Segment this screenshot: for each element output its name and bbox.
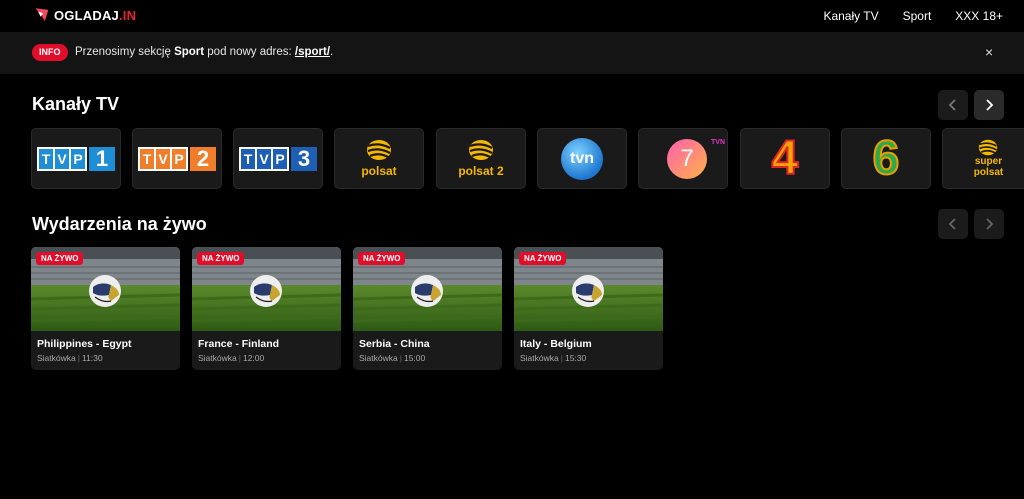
info-badge: INFO [32, 44, 68, 61]
polsat-sun-icon [979, 139, 998, 156]
event-title: Serbia - China [359, 338, 430, 350]
events-title: Wydarzenia na żywo [32, 214, 207, 234]
tvn7-logo: 7 TVN [653, 137, 725, 181]
polsat-logo: polsat [361, 139, 397, 178]
close-icon[interactable]: × [985, 44, 993, 60]
tvp2-logo: T V P 2 [138, 146, 216, 171]
channel-tv6[interactable]: 6 [841, 128, 931, 189]
events-next-button[interactable] [974, 209, 1004, 239]
tv6-logo: 6 [872, 131, 901, 185]
live-badge: NA ŻYWO [358, 252, 406, 265]
channel-tvn7[interactable]: 7 TVN [638, 128, 728, 189]
channel-tv4[interactable]: 4 [740, 128, 830, 189]
tvp3-logo: T V P 3 [239, 146, 317, 171]
nav-kanaly-tv[interactable]: Kanały TV [823, 9, 878, 23]
info-banner: INFO Przenosimy sekcję Sport pod nowy ad… [0, 32, 1024, 74]
polsat-sun-icon [367, 140, 391, 160]
main-nav: Kanały TV Sport XXX 18+ [799, 9, 1003, 23]
channels-next-button[interactable] [974, 90, 1004, 120]
chevron-left-icon [948, 218, 956, 230]
channel-tvp3[interactable]: T V P 3 [233, 128, 323, 189]
event-meta: Siatkówka | 11:30 [37, 353, 103, 363]
site-logo[interactable]: OGLADAJ.IN [33, 6, 136, 24]
live-badge: NA ŻYWO [36, 252, 84, 265]
polsat-sun-icon [469, 140, 493, 160]
channel-polsat2[interactable]: polsat 2 [436, 128, 526, 189]
nav-xxx[interactable]: XXX 18+ [955, 9, 1003, 23]
event-meta: Siatkówka | 12:00 [198, 353, 265, 363]
event-card[interactable]: NA ŻYWO Italy - Belgium Siatkówka | 15:30 [514, 247, 663, 370]
polsat2-logo: polsat 2 [458, 139, 504, 178]
chevron-left-icon [948, 99, 956, 111]
channel-super-polsat[interactable]: super polsat [942, 128, 1024, 189]
channel-tvn[interactable]: tvn [537, 128, 627, 189]
chevron-right-icon [986, 99, 994, 111]
info-message: Przenosimy sekcję Sport pod nowy adres: … [75, 46, 334, 58]
event-title: France - Finland [198, 338, 280, 350]
channels-prev-button[interactable] [938, 90, 968, 120]
event-meta: Siatkówka | 15:00 [359, 353, 426, 363]
channels-title: Kanały TV [32, 94, 120, 114]
event-card[interactable]: NA ŻYWO Philippines - Egypt Siatkówka | 11… [31, 247, 180, 370]
event-title: Philippines - Egypt [37, 338, 132, 350]
live-badge: NA ŻYWO [519, 252, 567, 265]
logo-text: OGLADAJ.IN [54, 7, 137, 23]
channel-polsat[interactable]: polsat [334, 128, 424, 189]
event-card[interactable]: NA ŻYWO France - Finland Siatkówka | 12:00 [192, 247, 341, 370]
channel-tvp2[interactable]: T V P 2 [132, 128, 222, 189]
tvp1-logo: T V P 1 [37, 146, 115, 171]
channel-tvp1[interactable]: T V P 1 [31, 128, 121, 189]
top-bar: OGLADAJ.IN Kanały TV Sport XXX 18+ [0, 0, 1024, 32]
live-badge: NA ŻYWO [197, 252, 245, 265]
chevron-right-icon [986, 218, 994, 230]
event-card[interactable]: NA ŻYWO Serbia - China Siatkówka | 15:00 [353, 247, 502, 370]
tv4-logo: 4 [771, 131, 800, 185]
sport-link[interactable]: /sport/ [295, 46, 330, 58]
event-title: Italy - Belgium [520, 338, 592, 350]
logo-play-icon [35, 8, 49, 21]
event-meta: Siatkówka | 15:30 [520, 353, 587, 363]
super-polsat-logo: super polsat [974, 139, 1003, 178]
nav-sport[interactable]: Sport [903, 9, 932, 23]
events-prev-button[interactable] [938, 209, 968, 239]
tvn-logo: tvn [561, 137, 603, 180]
